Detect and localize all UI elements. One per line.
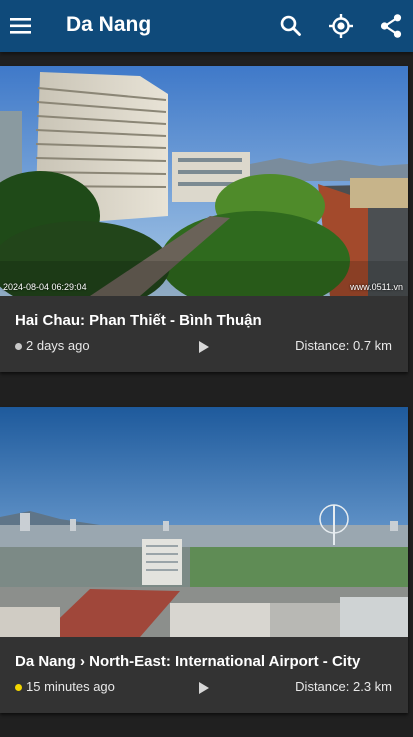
menu-icon[interactable] <box>8 13 34 39</box>
status-dot <box>15 343 22 350</box>
camera-title[interactable]: Da Nang › North-East: International Airp… <box>15 653 360 670</box>
search-icon[interactable] <box>277 12 305 40</box>
play-icon[interactable] <box>198 681 210 695</box>
camera-card[interactable]: 2024-08-04 06:29:04 www.0511.vn Hai Chau… <box>0 66 408 372</box>
last-updated: 15 minutes ago <box>26 679 115 694</box>
camera-snapshot[interactable] <box>0 407 408 637</box>
status-dot <box>15 684 22 691</box>
app-bar: Da Nang <box>0 0 413 52</box>
last-updated: 2 days ago <box>26 338 90 353</box>
my-location-icon[interactable] <box>327 12 355 40</box>
distance-label: Distance: 0.7 km <box>295 338 392 353</box>
camera-title[interactable]: Hai Chau: Phan Thiết - Bình Thuận <box>15 312 262 329</box>
play-icon[interactable] <box>198 340 210 354</box>
share-icon[interactable] <box>377 12 405 40</box>
snapshot-watermark: www.0511.vn <box>350 282 403 292</box>
camera-snapshot[interactable] <box>0 66 408 296</box>
camera-card[interactable]: Da Nang › North-East: International Airp… <box>0 407 408 713</box>
distance-label: Distance: 2.3 km <box>295 679 392 694</box>
page-title: Da Nang <box>66 13 152 36</box>
snapshot-timestamp: 2024-08-04 06:29:04 <box>3 282 87 292</box>
